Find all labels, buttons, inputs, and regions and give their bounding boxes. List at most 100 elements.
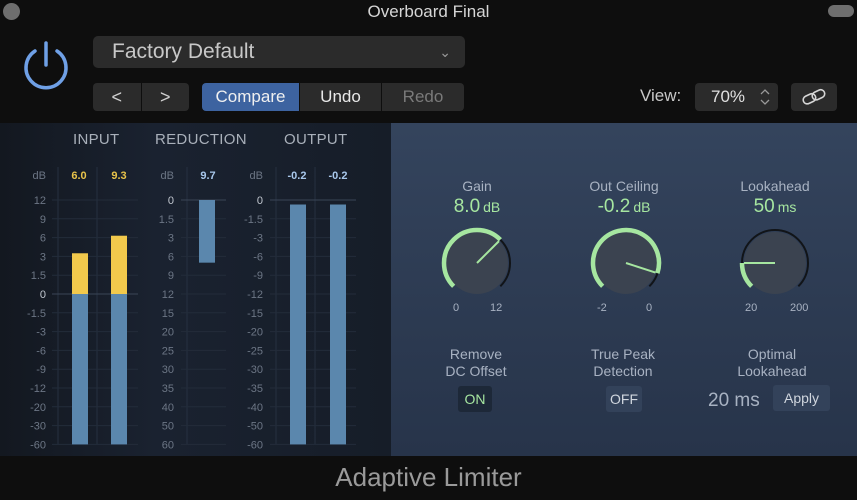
reduction-scale-label: 0: [168, 195, 174, 207]
link-button[interactable]: [791, 83, 837, 111]
out-ceiling-value: -0.2 dB: [554, 196, 694, 218]
lookahead-unit: ms: [777, 199, 797, 215]
out-ceiling-knob[interactable]: [586, 223, 666, 303]
gain-value: 8.0 dB: [407, 196, 547, 218]
remove-dc-label-line1: Remove: [449, 346, 503, 362]
power-icon[interactable]: [18, 38, 74, 94]
output-scale-label: -20: [247, 327, 263, 339]
lookahead-min-label: 20: [745, 302, 758, 314]
input-level-bar: [72, 294, 88, 445]
reduction-db-label: dB: [161, 170, 174, 182]
output-scale-label: -6: [253, 251, 263, 263]
true-peak-label: True Peak Detection: [553, 346, 693, 380]
optimal-lookahead-label-line1: Optimal: [747, 346, 797, 362]
input-scale-label: 9: [40, 214, 46, 226]
reduction-scale-label: 1.5: [159, 214, 174, 226]
output-scale-label: -15: [247, 308, 263, 320]
gain-label: Gain: [462, 178, 492, 194]
compare-undo-group: Compare Undo Redo: [202, 83, 465, 111]
next-preset-button[interactable]: >: [141, 83, 189, 111]
out-ceiling-min-label: -2: [597, 302, 607, 314]
input-peak-readout: 6.0: [71, 170, 86, 182]
true-peak-label-line2: Detection: [593, 363, 653, 379]
output-scale-label: 0: [257, 195, 263, 207]
window-collapse-pill[interactable]: [828, 5, 854, 17]
input-scale-label: 3: [40, 251, 46, 263]
input-scale-label: -1.5: [27, 308, 46, 320]
input-scale-label: -9: [36, 364, 46, 376]
redo-button[interactable]: Redo: [382, 83, 464, 111]
reduction-scale-label: 20: [162, 327, 174, 339]
output-scale-label: -35: [247, 383, 263, 395]
compare-button[interactable]: Compare: [202, 83, 299, 111]
plugin-window: Overboard Final Factory Default ⌄ < > Co…: [0, 0, 857, 500]
undo-button[interactable]: Undo: [300, 83, 381, 111]
window-title: Overboard Final: [367, 2, 490, 21]
input-scale-label: -12: [30, 383, 46, 395]
reduction-bar: [199, 200, 215, 263]
output-peak-readout: -0.2: [329, 170, 348, 182]
controls-panel: Gain 8.0 dB 0 12 Out Ceiling -0.2 dB -2 0 …: [391, 123, 857, 456]
preset-name: Factory Default: [112, 40, 255, 63]
stepper-icon: [760, 89, 770, 105]
preset-dropdown[interactable]: Factory Default ⌄: [93, 36, 465, 68]
remove-dc-label-line2: DC Offset: [445, 363, 507, 379]
output-scale-label: -60: [247, 439, 263, 451]
input-scale-label: 12: [34, 195, 46, 207]
output-scale-label: -30: [247, 364, 263, 376]
input-over-bar: [111, 235, 127, 294]
reduction-scale-label: 3: [168, 233, 174, 245]
out-ceiling-label: Out Ceiling: [589, 178, 659, 194]
reduction-scale-label: 6: [168, 251, 174, 263]
gain-max-label: 12: [490, 302, 503, 314]
lookahead-knob[interactable]: [735, 223, 815, 303]
input-scale-label: 0: [40, 289, 46, 301]
reduction-peak-readout: 9.7: [200, 170, 215, 182]
view-zoom-select[interactable]: 70%: [695, 83, 778, 111]
output-scale-label: -40: [247, 402, 263, 414]
view-label: View:: [640, 86, 682, 105]
chevron-down-icon: ⌄: [439, 44, 451, 60]
gain-knob[interactable]: [437, 223, 517, 303]
out-ceiling-value-number: -0.2: [597, 196, 631, 217]
input-scale-label: -6: [36, 345, 46, 357]
gain-unit: dB: [483, 199, 501, 215]
output-scale-label: -50: [247, 421, 263, 433]
input-scale-label: -60: [30, 439, 46, 451]
out-ceiling-max-label: 0: [646, 302, 653, 314]
lookahead-value: 50 ms: [705, 196, 845, 218]
true-peak-toggle[interactable]: OFF: [606, 386, 642, 412]
gain-min-label: 0: [453, 302, 460, 314]
input-peak-readout: 9.3: [111, 170, 126, 182]
reduction-scale-label: 12: [162, 289, 174, 301]
lookahead-label: Lookahead: [740, 178, 810, 194]
input-scale-label: -20: [30, 402, 46, 414]
optimal-lookahead-value: 20 ms: [708, 390, 760, 411]
reduction-scale-label: 35: [162, 383, 174, 395]
apply-button[interactable]: Apply: [773, 385, 830, 411]
reduction-scale-label: 50: [162, 421, 174, 433]
view-zoom-value: 70%: [711, 87, 746, 106]
true-peak-label-line1: True Peak: [590, 346, 656, 362]
output-scale-label: -3: [253, 233, 263, 245]
remove-dc-label: Remove DC Offset: [406, 346, 546, 380]
previous-preset-button[interactable]: <: [93, 83, 141, 111]
meter-graphics: dB 6.0 9.3129631.50-1.5-3-6-9-12-20-30-60d…: [27, 167, 356, 451]
reduction-scale-label: 60: [162, 439, 174, 451]
link-icon: [802, 88, 826, 105]
out-ceiling-unit: dB: [633, 199, 651, 215]
input-scale-label: -30: [30, 421, 46, 433]
reduction-scale-label: 15: [162, 308, 174, 320]
reduction-scale-label: 9: [168, 270, 174, 282]
output-db-label: dB: [250, 170, 263, 182]
output-level-bar: [330, 204, 346, 445]
plugin-name: Adaptive Limiter: [335, 462, 522, 492]
input-scale-label: 1.5: [31, 270, 46, 282]
remove-dc-toggle[interactable]: ON: [458, 386, 492, 412]
input-db-label: dB: [33, 170, 46, 182]
optimal-lookahead-label-line2: Lookahead: [737, 363, 807, 379]
input-level-bar: [111, 294, 127, 445]
reduction-scale-label: 30: [162, 364, 174, 376]
output-scale-label: -12: [247, 289, 263, 301]
output-scale-label: -9: [253, 270, 263, 282]
